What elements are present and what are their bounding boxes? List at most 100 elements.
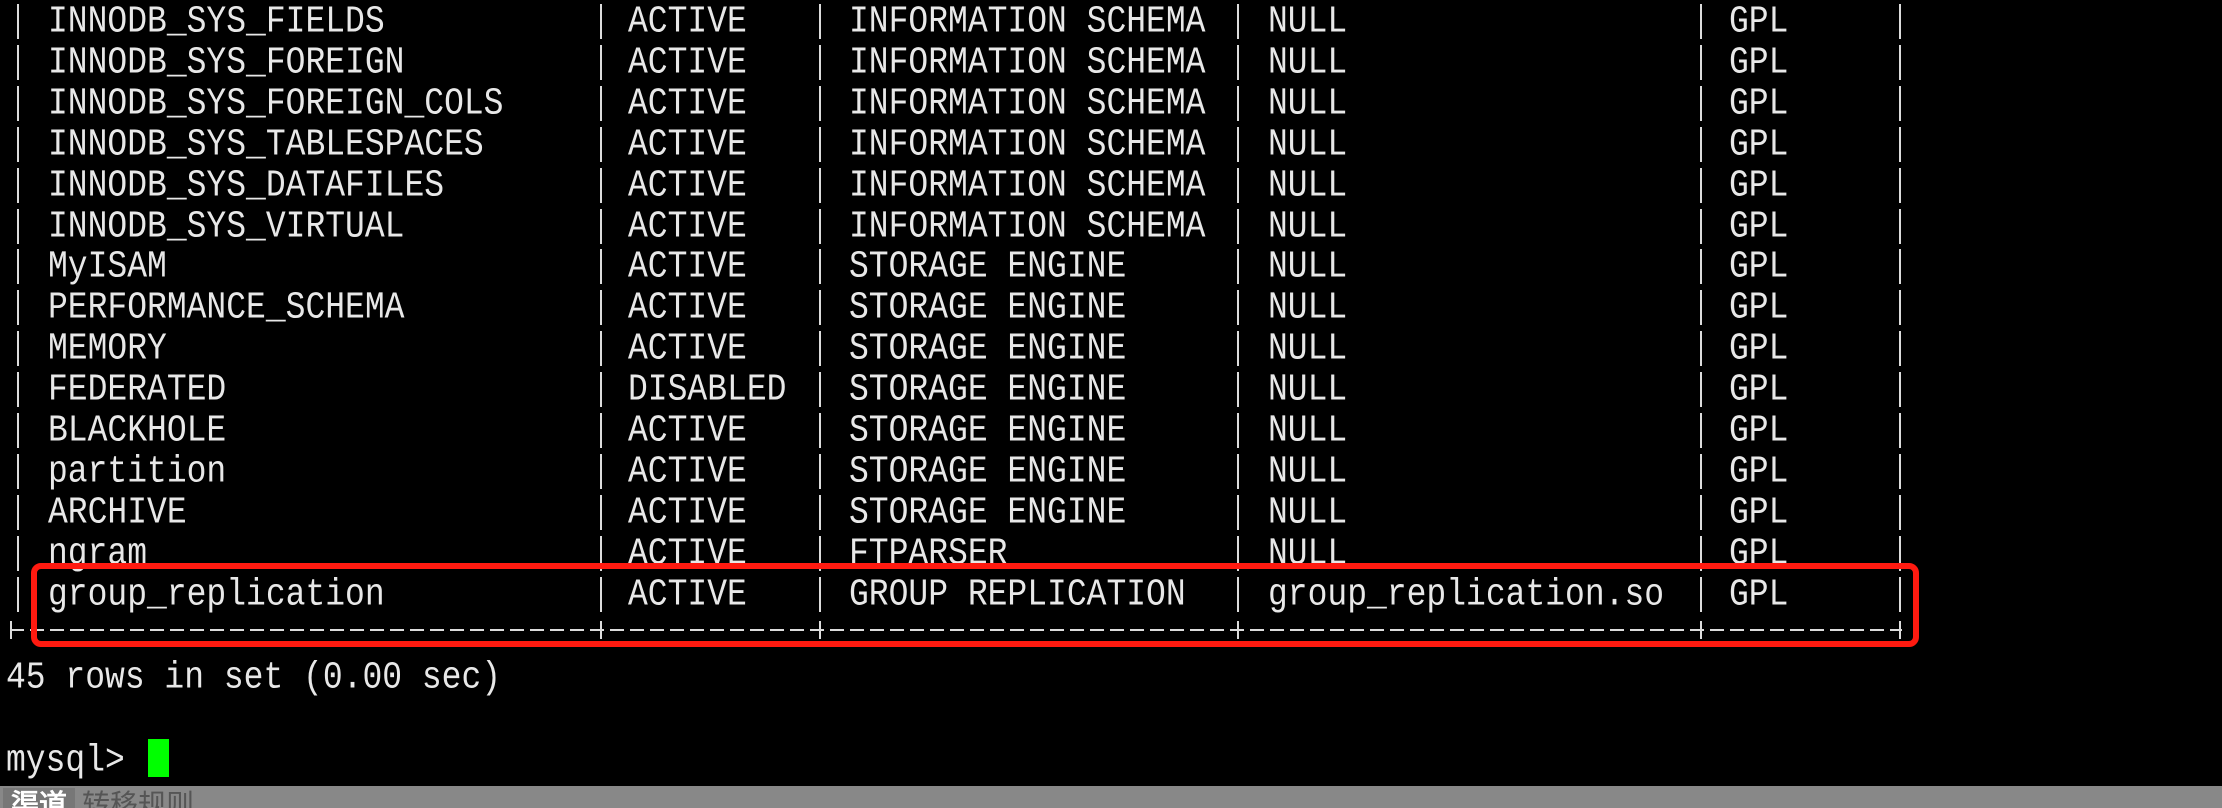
table-cell: GPL [1729,122,1789,166]
column-separator [600,494,602,530]
column-separator [819,453,821,489]
table-cell: NULL [1268,122,1348,166]
column-separator [600,208,602,244]
column-separator [1237,494,1239,530]
table-cell: INNODB_SYS_FOREIGN_COLS [48,82,504,125]
table-cell: INNODB_SYS_TABLESPACES [48,122,484,166]
column-separator [1899,44,1901,80]
tab-channel[interactable]: 渠道 [3,788,76,808]
column-separator [17,249,19,285]
column-separator [1700,249,1702,285]
table-row: MyISAM ACTIVE STORAGE ENGINE NULL GPL [0,246,1910,288]
table-row: BLACKHOLE ACTIVE STORAGE ENGINE NULL GPL [0,409,1910,452]
table-cell: INFORMATION SCHEMA [849,122,1206,166]
column-separator [1899,126,1901,162]
column-separator [1237,208,1239,244]
column-separator [600,249,602,285]
column-separator [17,167,19,203]
column-separator [1700,85,1702,121]
column-separator [1899,494,1901,530]
column-separator [1237,249,1239,285]
column-separator [600,413,602,448]
column-separator [17,372,19,408]
column-separator [819,290,821,326]
table-row: INNODB_SYS_VIRTUAL ACTIVE INFORMATION SCHE… [0,205,1910,247]
column-separator [17,85,19,121]
column-separator [819,372,821,408]
tab-transfer-rules[interactable]: 转移规则 [82,788,194,808]
column-separator [17,453,19,489]
bottom-tab-bar: 渠道 转移规则 [0,786,2222,808]
table-cell: ACTIVE [628,450,747,493]
column-separator [819,494,821,530]
column-separator [600,167,602,203]
column-separator [1700,208,1702,244]
table-cell: ACTIVE [628,82,747,125]
table-cell: INNODB_SYS_FOREIGN [48,41,405,84]
column-separator [1700,413,1702,448]
column-separator [1700,44,1702,80]
mysql-prompt: mysql> [6,739,145,782]
table-cell: NULL [1268,450,1348,493]
column-separator [600,44,602,80]
column-separator [600,126,602,162]
column-separator [600,290,602,326]
terminal[interactable]: INNODB_SYS_FIELDS ACTIVE INFORMATION SCHEM… [0,0,2222,786]
column-separator [1899,249,1901,285]
column-separator [17,413,19,448]
table-row: partition ACTIVE STORAGE ENGINE NULL GPL [0,450,1910,493]
column-separator [17,4,19,39]
table-row: ARCHIVE ACTIVE STORAGE ENGINE NULL GPL [0,491,1910,534]
table-row: INNODB_SYS_TABLESPACES ACTIVE INFORMATION … [0,122,1910,166]
column-separator [819,167,821,203]
column-separator [1237,85,1239,121]
column-separator [1237,453,1239,489]
table-cell: GPL [1729,82,1789,125]
table-cell: STORAGE ENGINE [849,450,1127,493]
table-cell: NULL [1268,163,1348,207]
column-separator [819,44,821,80]
column-separator [819,4,821,39]
table-cell: ARCHIVE [48,491,187,534]
column-separator [600,453,602,489]
column-separator [1237,126,1239,162]
column-separator [1237,44,1239,80]
column-separator [1237,167,1239,203]
column-separator [1899,290,1901,326]
column-separator [1237,372,1239,408]
column-separator [1899,331,1901,367]
table-cell: INFORMATION SCHEMA [849,82,1206,125]
column-separator [1700,372,1702,408]
column-separator [17,535,19,571]
table-cell: GPL [1729,163,1789,207]
column-separator [819,413,821,448]
column-separator [1237,4,1239,39]
highlight-box [31,563,1919,647]
table-row: INNODB_SYS_FOREIGN_COLS ACTIVE INFORMATION… [0,82,1910,125]
column-separator [819,208,821,244]
column-separator [1899,453,1901,489]
column-separator [1899,413,1901,448]
column-separator [1700,453,1702,489]
column-separator [819,331,821,367]
table-row: INNODB_SYS_FIELDS ACTIVE INFORMATION SCHEM… [0,0,1910,43]
table-cell: NULL [1268,491,1348,534]
table-cell: ACTIVE [628,163,747,207]
column-separator [17,290,19,326]
column-separator [600,372,602,408]
table-corner [10,621,12,639]
column-separator [1700,4,1702,39]
table-cell: INNODB_SYS_DATAFILES [48,163,445,207]
column-separator [1237,331,1239,367]
table-row: PERFORMANCE_SCHEMA ACTIVE STORAGE ENGINE NU… [0,287,1910,329]
column-separator [1700,494,1702,530]
column-separator [600,85,602,121]
column-separator [1700,290,1702,326]
table-cell: GPL [1729,491,1789,534]
table-cell: NULL [1268,41,1348,84]
column-separator [1899,85,1901,121]
table-cell: NULL [1268,82,1348,125]
table-cell: INFORMATION SCHEMA [849,41,1206,84]
column-separator [17,331,19,367]
result-message: 45 rows in set (0.00 sec) [6,656,502,699]
